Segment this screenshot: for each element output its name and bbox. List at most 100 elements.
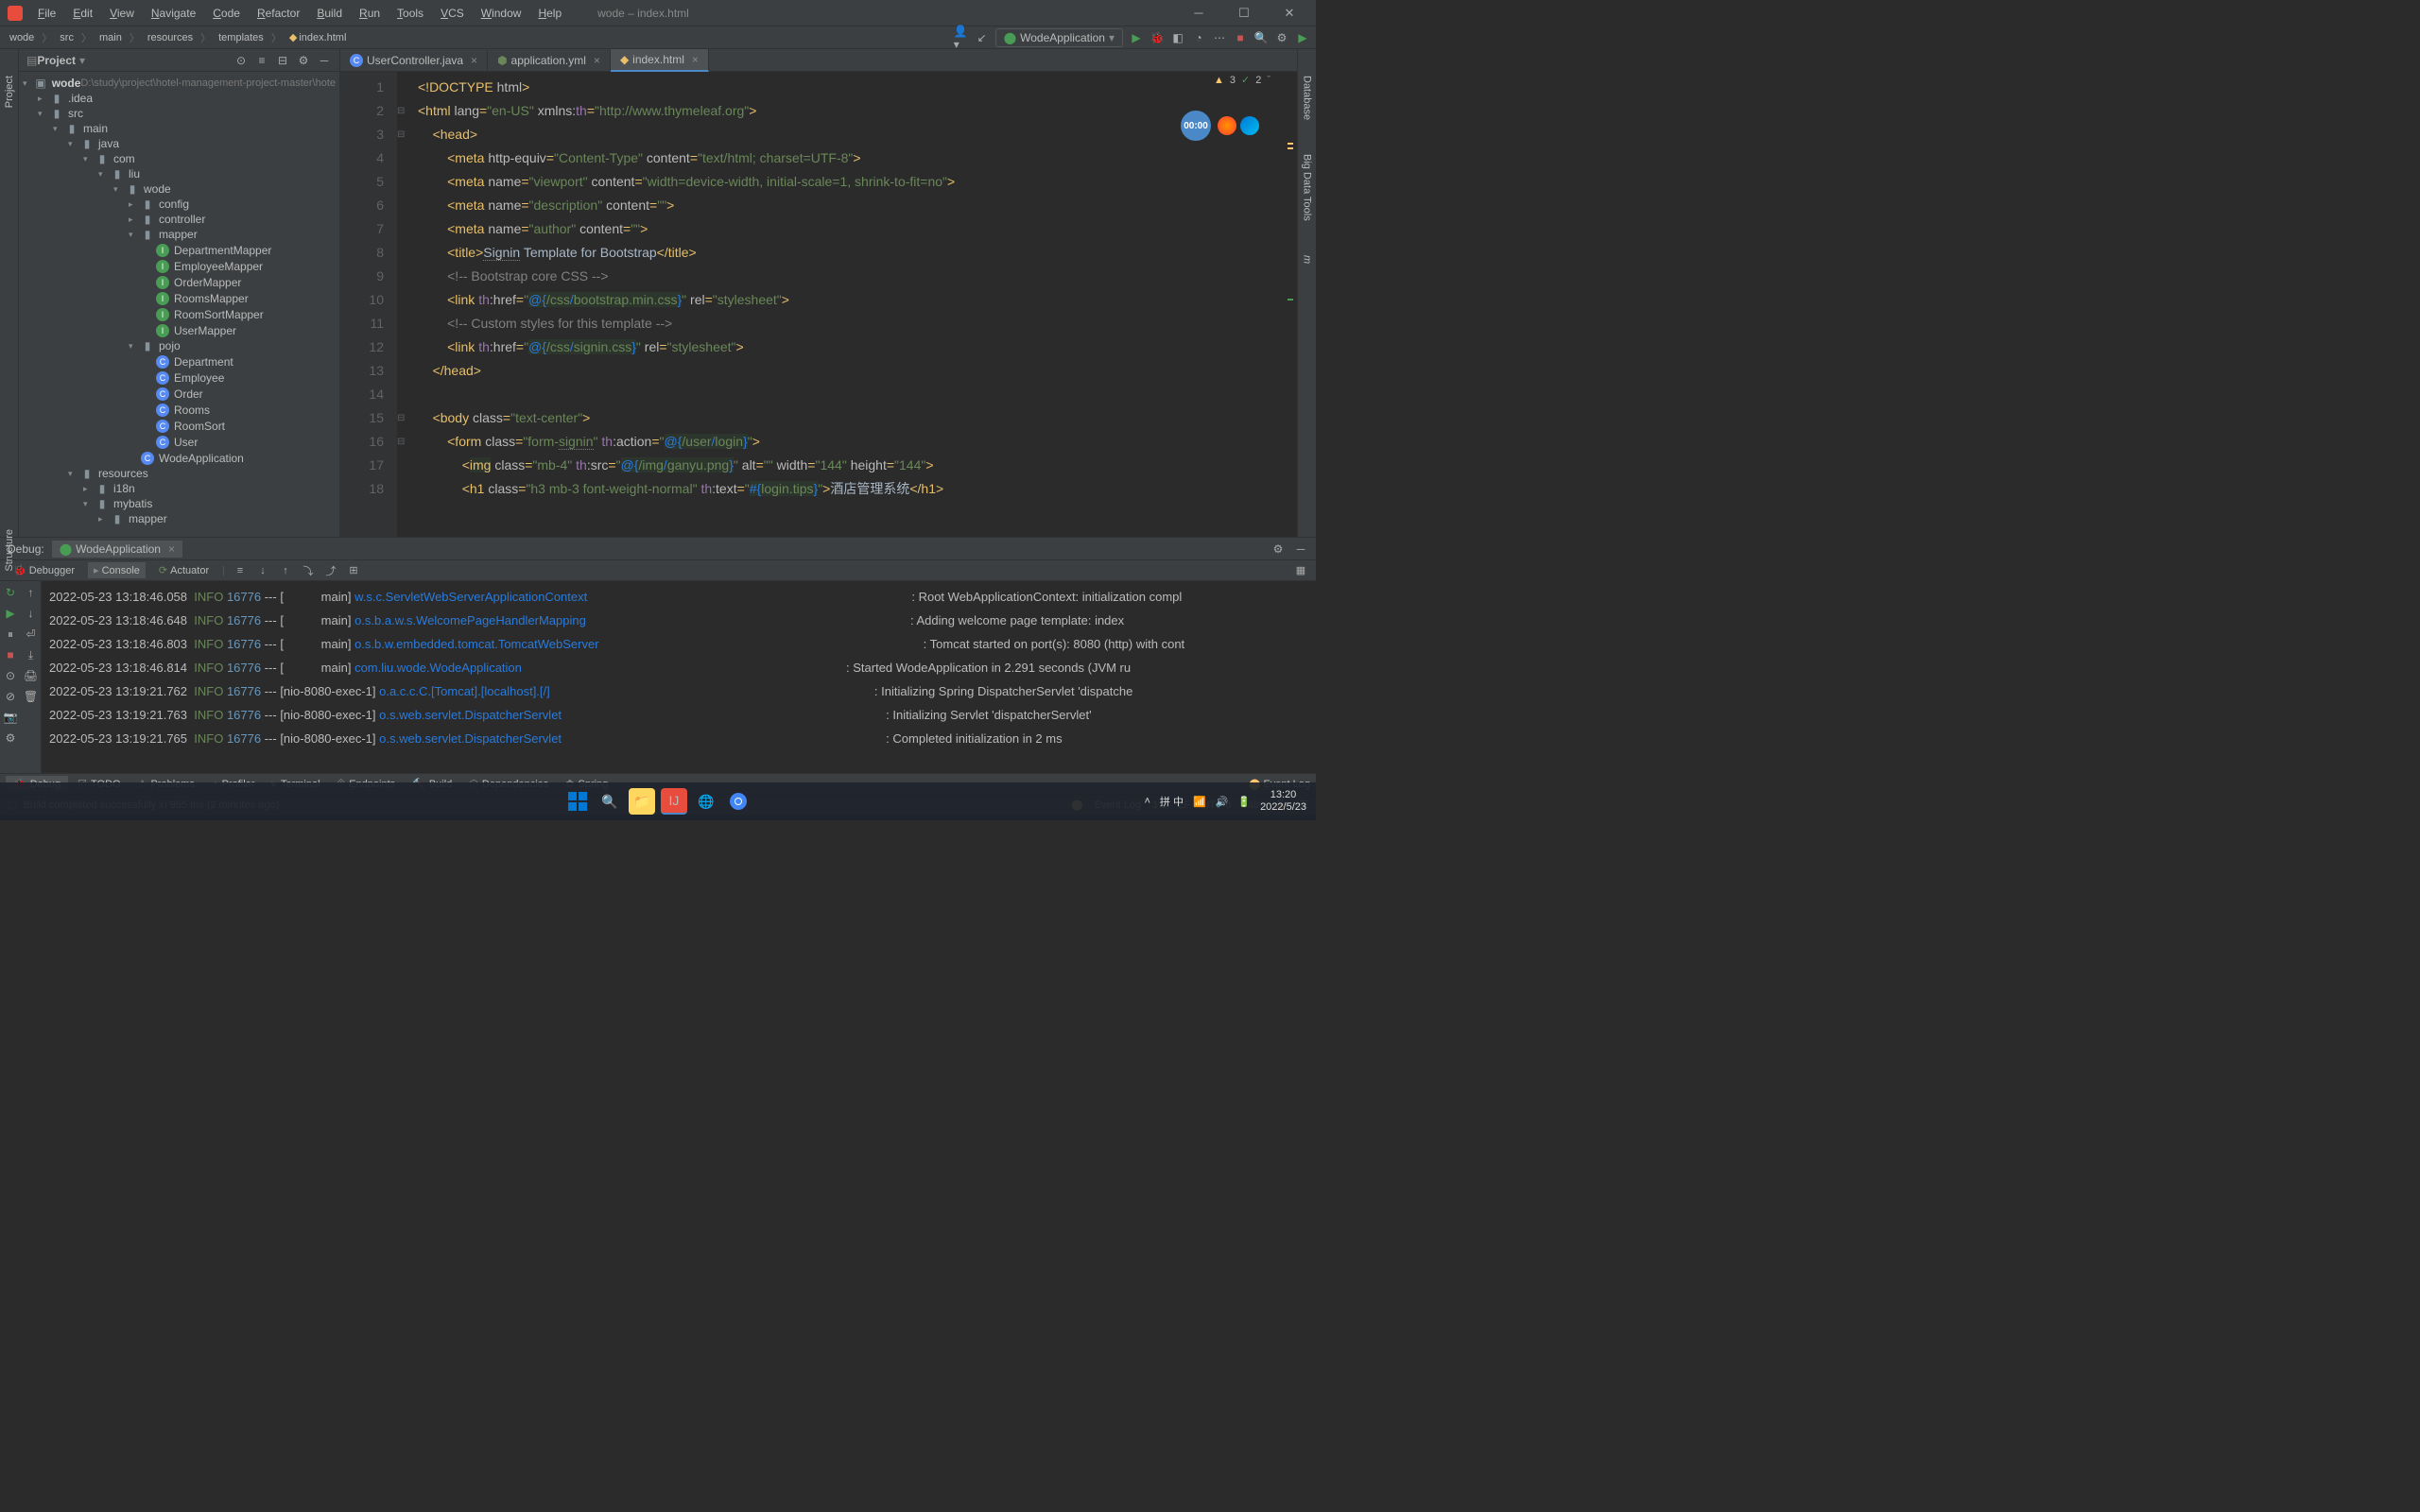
tree-node-liu[interactable]: ▾▮liu [19, 166, 339, 181]
tree-node-controller[interactable]: ▸▮controller [19, 212, 339, 227]
menu-tools[interactable]: Tools [389, 3, 431, 24]
menu-refactor[interactable]: Refactor [250, 3, 307, 24]
tree-node-RoomsMapper[interactable]: IRoomsMapper [19, 290, 339, 306]
crumb-src[interactable]: src [56, 30, 78, 45]
tree-node-i18n[interactable]: ▸▮i18n [19, 481, 339, 496]
tree-node-com[interactable]: ▾▮com [19, 151, 339, 166]
wrap-icon[interactable]: ⏎ [24, 627, 39, 642]
console-output[interactable]: 2022-05-23 13:18:46.058 INFO 16776 --- [… [42, 581, 1316, 773]
step-into-icon[interactable]: ↓ [255, 563, 270, 578]
run-button[interactable]: ▶ [1129, 30, 1144, 45]
tool-tab-maven[interactable]: m [1300, 248, 1315, 271]
clock[interactable]: 13:20 2022/5/23 [1260, 789, 1306, 814]
crumb-wode[interactable]: wode [6, 30, 38, 45]
volume-icon[interactable]: 🔊 [1216, 796, 1229, 808]
code-area[interactable]: <!DOCTYPE html><html lang="en-US" xmlns:… [410, 72, 1284, 537]
tool-tab-project[interactable]: Project [2, 68, 17, 115]
settings-icon[interactable]: ⚙ [296, 53, 311, 68]
menu-edit[interactable]: Edit [65, 3, 100, 24]
step-out-icon[interactable]: ↑ [278, 563, 293, 578]
crumb-templates[interactable]: templates [215, 30, 268, 45]
tree-node-mapper[interactable]: ▾▮mapper [19, 227, 339, 242]
resume-icon[interactable]: ▶ [3, 606, 18, 621]
tree-node-EmployeeMapper[interactable]: IEmployeeMapper [19, 258, 339, 274]
tree-node-OrderMapper[interactable]: IOrderMapper [19, 274, 339, 290]
menu-run[interactable]: Run [352, 3, 388, 24]
evaluate-icon[interactable]: ⊞ [346, 563, 361, 578]
close-icon[interactable]: × [692, 53, 699, 66]
tree-node-User[interactable]: CUser [19, 434, 339, 450]
tab-application.yml[interactable]: ⬢application.yml× [488, 50, 611, 71]
fold-gutter[interactable]: ⊟⊟ ⊟⊟ [397, 72, 410, 537]
chrome-canary-icon[interactable]: 🌐 [693, 788, 719, 815]
step-over-icon[interactable]: ≡ [233, 563, 248, 578]
tree-node-src[interactable]: ▾▮src [19, 106, 339, 121]
hide-icon[interactable]: ─ [317, 53, 332, 68]
settings-icon[interactable]: ⚙ [1274, 30, 1289, 45]
layout-icon[interactable]: ▦ [1293, 563, 1308, 578]
maximize-button[interactable]: ☐ [1225, 6, 1263, 21]
tool-tab-database[interactable]: Database [1300, 68, 1315, 128]
menu-code[interactable]: Code [205, 3, 248, 24]
attach-button[interactable]: ⋯ [1212, 30, 1227, 45]
tree-node-resources[interactable]: ▾▮resources [19, 466, 339, 481]
crumb-index.html[interactable]: ◆index.html [285, 29, 351, 45]
battery-icon[interactable]: 🔋 [1237, 796, 1251, 808]
run-config-select[interactable]: ⬤ WodeApplication ▾ [995, 28, 1123, 47]
tree-node-WodeApplication[interactable]: CWodeApplication [19, 450, 339, 466]
up-icon[interactable]: ↑ [24, 585, 39, 600]
tree-node-wode[interactable]: ▾▮wode [19, 181, 339, 197]
chrome-icon[interactable] [725, 788, 752, 815]
tree-node-java[interactable]: ▾▮java [19, 136, 339, 151]
tab-index.html[interactable]: ◆index.html× [611, 49, 709, 72]
close-icon[interactable]: × [168, 542, 175, 556]
scroll-icon[interactable]: ⤓ [24, 647, 39, 662]
tree-node-.idea[interactable]: ▸▮.idea [19, 91, 339, 106]
select-opened-icon[interactable]: ⊙ [233, 53, 249, 68]
project-header-title[interactable]: Project [37, 54, 76, 67]
drop-frame-icon[interactable]: ⤵ [301, 563, 316, 578]
camera-icon[interactable]: 📷 [3, 710, 18, 725]
tree-node-DepartmentMapper[interactable]: IDepartmentMapper [19, 242, 339, 258]
tree-node-RoomSort[interactable]: CRoomSort [19, 418, 339, 434]
tree-node-Employee[interactable]: CEmployee [19, 369, 339, 386]
tree-root[interactable]: ▾▣wode D:\study\project\hotel-management… [19, 76, 339, 91]
tree-node-config[interactable]: ▸▮config [19, 197, 339, 212]
intellij-icon[interactable]: IJ [661, 788, 687, 815]
expand-icon[interactable]: ≡ [254, 53, 269, 68]
menu-navigate[interactable]: Navigate [144, 3, 203, 24]
crumb-resources[interactable]: resources [144, 30, 197, 45]
tree-node-Rooms[interactable]: CRooms [19, 402, 339, 418]
debug-run-tab[interactable]: ⬤ WodeApplication × [52, 541, 182, 558]
search-icon[interactable]: 🔍 [1253, 30, 1269, 45]
settings-icon[interactable]: ⚙ [1270, 541, 1286, 557]
run-cursor-icon[interactable]: ⤴ [323, 563, 338, 578]
coverage-button[interactable]: ◧ [1170, 30, 1185, 45]
crumb-main[interactable]: main [95, 30, 126, 45]
menu-vcs[interactable]: VCS [433, 3, 472, 24]
tree-node-mybatis[interactable]: ▾▮mybatis [19, 496, 339, 511]
firefox-icon[interactable] [1218, 116, 1236, 135]
close-icon[interactable]: × [471, 54, 477, 67]
menu-build[interactable]: Build [309, 3, 350, 24]
debug-button[interactable]: 🐞 [1150, 30, 1165, 45]
debugger-tab[interactable]: 🐞Debugger [8, 562, 80, 578]
mute-icon[interactable]: ⊘ [3, 689, 18, 704]
stop-button[interactable]: ■ [1233, 30, 1248, 45]
minimize-button[interactable]: ─ [1180, 6, 1218, 21]
profiler-icon[interactable]: ▶ [1295, 30, 1310, 45]
timer-badge[interactable]: 00:00 [1178, 108, 1214, 144]
tree-node-pojo[interactable]: ▾▮pojo [19, 338, 339, 353]
tab-UserController.java[interactable]: CUserController.java× [340, 50, 488, 71]
pause-icon[interactable]: ⏸ [3, 627, 18, 642]
menu-view[interactable]: View [102, 3, 142, 24]
actuator-tab[interactable]: ⟳Actuator [153, 562, 215, 578]
settings-icon[interactable]: ⚙ [3, 730, 18, 746]
console-tab[interactable]: ▸Console [88, 562, 146, 578]
wifi-icon[interactable]: 📶 [1193, 796, 1206, 808]
tree-node-mapper[interactable]: ▸▮mapper [19, 511, 339, 526]
profile-button[interactable]: ◔ [1191, 30, 1206, 45]
breakpoints-icon[interactable]: ⊙ [3, 668, 18, 683]
tree-node-UserMapper[interactable]: IUserMapper [19, 322, 339, 338]
marker-bar[interactable]: ▲3 ✓2 ˇ [1284, 72, 1297, 537]
